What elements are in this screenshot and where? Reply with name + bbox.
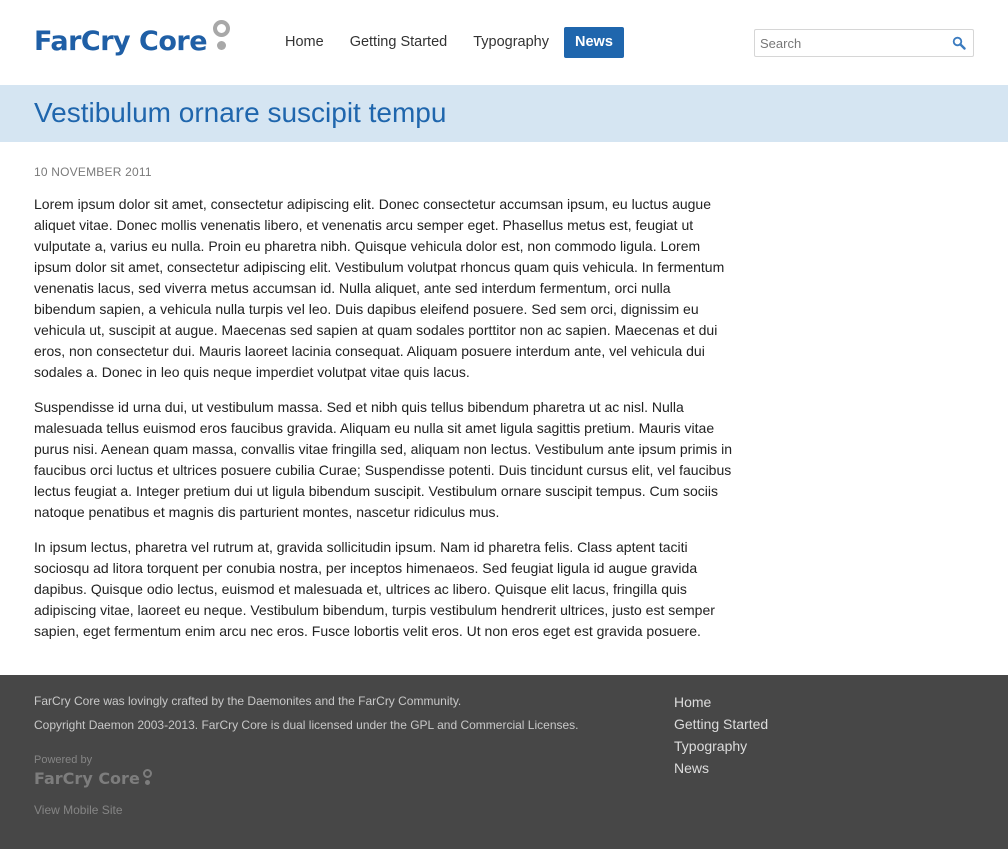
powered-by-logo[interactable]: FarCry Core bbox=[34, 768, 154, 790]
article-paragraph: Suspendisse id urna dui, ut vestibulum m… bbox=[34, 399, 733, 520]
footer-nav-getting-started[interactable]: Getting Started bbox=[674, 713, 768, 735]
footer-nav: Home Getting Started Typography News bbox=[674, 691, 768, 779]
main-nav: Home Getting Started Typography News bbox=[274, 27, 628, 58]
powered-logo-mark-icon bbox=[142, 768, 154, 790]
logo-mark-icon bbox=[211, 20, 233, 64]
site-footer: FarCry Core was lovingly crafted by the … bbox=[0, 675, 1008, 849]
nav-item-news[interactable]: News bbox=[564, 27, 624, 58]
site-header: FarCry Core Home Getting Started Typogra… bbox=[0, 0, 1008, 85]
search-icon[interactable] bbox=[952, 36, 966, 50]
footer-nav-typography[interactable]: Typography bbox=[674, 735, 768, 757]
footer-credit: FarCry Core was lovingly crafted by the … bbox=[34, 694, 462, 708]
powered-logo-text: FarCry Core bbox=[34, 769, 140, 788]
article-paragraph: Lorem ipsum dolor sit amet, consectetur … bbox=[34, 196, 725, 380]
view-mobile-site-link[interactable]: View Mobile Site bbox=[34, 803, 123, 817]
article-date: 10 NOVEMBER 2011 bbox=[34, 165, 152, 179]
footer-nav-home[interactable]: Home bbox=[674, 691, 768, 713]
footer-copyright: Copyright Daemon 2003-2013. FarCry Core … bbox=[34, 718, 579, 732]
logo-text: FarCry Core bbox=[34, 26, 208, 57]
footer-nav-news[interactable]: News bbox=[674, 757, 768, 779]
article-content: 10 NOVEMBER 2011 Lorem ipsum dolor sit a… bbox=[34, 142, 734, 642]
site-logo[interactable]: FarCry Core bbox=[34, 20, 233, 64]
nav-item-home[interactable]: Home bbox=[274, 27, 335, 58]
search-box bbox=[754, 29, 974, 57]
title-band: Vestibulum ornare suscipit tempu bbox=[0, 85, 1008, 142]
powered-by-label: Powered by bbox=[34, 754, 93, 766]
nav-item-getting-started[interactable]: Getting Started bbox=[339, 27, 459, 58]
nav-item-typography[interactable]: Typography bbox=[462, 27, 560, 58]
search-input[interactable] bbox=[755, 30, 945, 56]
page-title: Vestibulum ornare suscipit tempu bbox=[34, 97, 447, 128]
article-paragraph: In ipsum lectus, pharetra vel rutrum at,… bbox=[34, 539, 715, 639]
